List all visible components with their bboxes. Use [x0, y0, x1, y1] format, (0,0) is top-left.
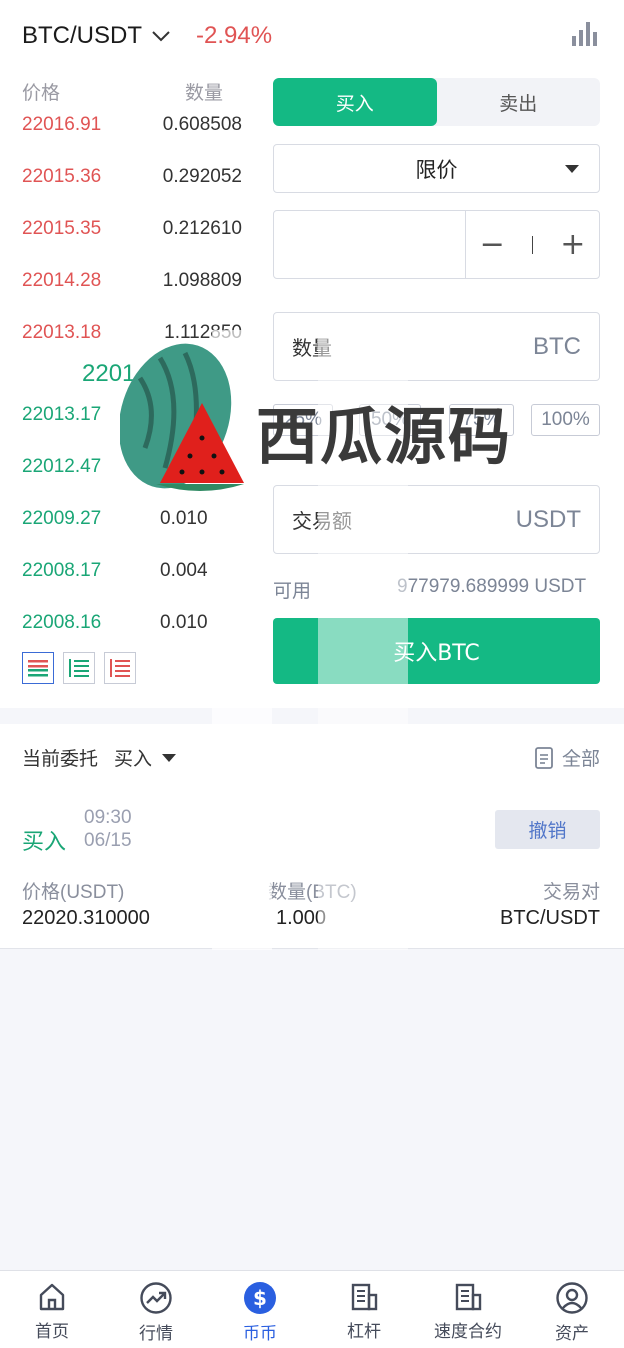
tab-sell[interactable]: 卖出 — [437, 78, 601, 126]
order-price: 22020.310000 — [22, 907, 150, 929]
ask-price: 22014.28 — [22, 270, 102, 291]
dollar-icon: $ — [244, 1282, 276, 1314]
watermelon-logo-icon — [118, 343, 244, 491]
bid-price: 22012.47 — [22, 456, 102, 477]
bid-price: 22009.27 — [22, 508, 102, 529]
ask-qty: 0.292052 — [162, 166, 242, 187]
layout-bids-icon[interactable] — [63, 652, 95, 684]
orders-all-link[interactable]: 全部 — [534, 744, 600, 771]
nav-item-contract[interactable]: 速度合约 — [416, 1271, 520, 1348]
quantity-unit: BTC — [533, 332, 581, 360]
nav-item-spot[interactable]: $ 币币 — [208, 1271, 312, 1348]
orders-filter[interactable]: 买入 — [114, 744, 177, 771]
percent-100-button[interactable]: 100% — [531, 404, 600, 436]
order-type-value: 限价 — [415, 157, 458, 182]
watermark: 西瓜源码 — [118, 338, 510, 498]
nav-label: 币币 — [243, 1324, 277, 1344]
order-price-header: 价格(USDT) — [22, 882, 125, 903]
bar-chart-icon[interactable] — [570, 20, 598, 48]
orders-title: 当前委托 — [22, 748, 99, 770]
tab-buy[interactable]: 买入 — [273, 78, 437, 126]
order-time: 09:30 — [84, 807, 132, 828]
pair-header[interactable]: BTC/USDT -2.94% — [22, 18, 272, 54]
user-icon — [556, 1282, 588, 1314]
bid-qty: 0.010 — [160, 612, 208, 633]
bid-price: 22013.17 — [22, 404, 102, 425]
ask-row[interactable]: 22014.28 1.098809 — [22, 270, 242, 300]
bid-qty: 0.010 — [160, 508, 208, 529]
watermark-text: 西瓜源码 — [256, 400, 513, 473]
order-type-select[interactable]: 限价 — [273, 144, 600, 193]
buy-sell-tabs: 买入 卖出 — [273, 78, 600, 126]
svg-text:$: $ — [253, 1286, 267, 1310]
nav-item-home[interactable]: 首页 — [0, 1271, 104, 1348]
nav-label: 首页 — [35, 1322, 69, 1342]
bid-row[interactable]: 22008.17 0.004 — [22, 560, 242, 590]
ask-row[interactable]: 22015.36 0.292052 — [22, 166, 242, 196]
cancel-order-button[interactable]: 撤销 — [495, 810, 600, 849]
ask-price: 22015.35 — [22, 218, 102, 239]
bid-row[interactable]: 22009.27 0.010 — [22, 508, 242, 538]
trend-icon — [140, 1282, 172, 1314]
nav-label: 速度合约 — [434, 1322, 502, 1342]
building-icon — [351, 1283, 378, 1311]
nav-item-assets[interactable]: 资产 — [520, 1271, 624, 1348]
orderbook-qty-header: 数量 — [185, 82, 224, 104]
layout-both-icon[interactable] — [22, 652, 54, 684]
nav-label: 杠杆 — [347, 1322, 381, 1342]
ask-price: 22016.91 — [22, 114, 102, 135]
nav-label: 资产 — [555, 1324, 589, 1344]
ask-qty: 0.212610 — [162, 218, 242, 239]
ask-price: 22013.18 — [22, 322, 102, 343]
order-pair: BTC/USDT — [500, 907, 600, 929]
bottom-nav: 首页 行情 $ 币币 杠杆 速度合约 资产 — [0, 1270, 624, 1348]
ask-qty: 0.608508 — [162, 114, 242, 135]
home-icon — [39, 1283, 65, 1311]
ask-row[interactable]: 22016.91 0.608508 — [22, 114, 242, 144]
caret-down-icon — [162, 753, 177, 762]
plus-icon[interactable]: + — [560, 227, 585, 262]
orders-header: 当前委托 买入 — [22, 744, 177, 771]
nav-item-margin[interactable]: 杠杆 — [312, 1271, 416, 1348]
nav-item-market[interactable]: 行情 — [104, 1271, 208, 1348]
caret-down-icon — [565, 165, 579, 173]
building-icon — [455, 1283, 482, 1311]
orders-all-label: 全部 — [561, 748, 600, 770]
orderbook-price-header: 价格 — [22, 82, 61, 104]
price-change: -2.94% — [196, 22, 273, 49]
order-date: 06/15 — [84, 830, 132, 851]
bid-price: 22008.17 — [22, 560, 102, 581]
bid-qty: 0.004 — [160, 560, 208, 581]
chevron-down-icon[interactable] — [150, 25, 172, 47]
price-input[interactable]: − + — [273, 210, 600, 279]
layout-asks-icon[interactable] — [104, 652, 136, 684]
orderbook-layout-toggle — [22, 652, 136, 684]
ask-row[interactable]: 22015.35 0.212610 — [22, 218, 242, 248]
amount-unit: USDT — [515, 505, 581, 533]
available-label: 可用 — [273, 581, 312, 602]
order-timestamp: 09:30 06/15 — [84, 806, 132, 852]
orders-filter-value: 买入 — [114, 748, 153, 770]
bid-row[interactable]: 22008.16 0.010 — [22, 612, 242, 642]
document-icon — [535, 746, 553, 769]
available-value: 977979.689999 USDT — [397, 576, 587, 597]
pair-title[interactable]: BTC/USDT — [22, 22, 142, 50]
ask-qty: 1.098809 — [162, 270, 242, 291]
ask-price: 22015.36 — [22, 166, 102, 187]
available-balance: 可用 977979.689999 USDT — [273, 576, 586, 603]
current-orders: 当前委托 买入 全部 买入 09:30 06/15 撤销 价格(USDT) 数量… — [0, 724, 624, 949]
price-stepper: − + — [465, 211, 599, 278]
order-pair-header: 交易对 — [542, 882, 600, 903]
minus-icon[interactable]: − — [480, 227, 505, 262]
order-side: 买入 — [22, 830, 67, 855]
bid-price: 22008.16 — [22, 612, 102, 633]
stepper-divider — [531, 235, 533, 254]
nav-label: 行情 — [139, 1324, 173, 1344]
